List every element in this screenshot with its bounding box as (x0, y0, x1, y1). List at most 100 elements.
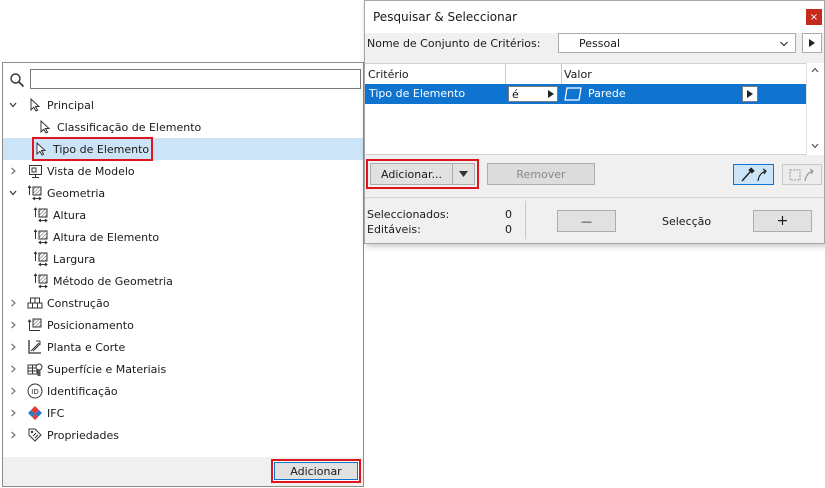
chevron-right-icon[interactable] (7, 297, 19, 309)
model-view-icon (27, 163, 43, 179)
column-divider (561, 64, 562, 84)
tree-item-width[interactable]: Largura (33, 248, 353, 270)
add-criterion-button[interactable]: Adicionar... (370, 163, 452, 185)
chevron-right-icon[interactable] (7, 319, 19, 331)
tree-item-label: Posicionamento (47, 318, 134, 332)
tree-item-construction[interactable]: Construção (7, 292, 357, 314)
triangle-right-icon (548, 90, 554, 98)
plus-icon: + (776, 213, 789, 229)
add-to-selection-button[interactable]: + (753, 210, 812, 232)
operator-value: é (512, 88, 519, 101)
highlight-box (32, 137, 153, 161)
tree-item-label: Principal (47, 98, 94, 112)
tree-item-label: Propriedades (47, 428, 119, 442)
construction-icon (27, 295, 43, 311)
remove-criterion-label: Remover (516, 167, 566, 181)
criterion-cell: Tipo de Elemento (369, 87, 466, 100)
selection-label: Selecção (662, 215, 712, 228)
surface-materials-icon (27, 361, 43, 377)
selected-count-label: Seleccionados: (367, 208, 450, 221)
pick-up-criteria-button[interactable] (733, 164, 774, 185)
tree-item-geometry[interactable]: Geometria (7, 182, 357, 204)
tree-search-input[interactable] (30, 69, 361, 89)
tree-item-label: Superfície e Materiais (47, 362, 167, 376)
selection-box-icon (789, 168, 814, 181)
eyedropper-icon (740, 166, 767, 181)
positioning-icon (27, 317, 43, 333)
chevron-right-icon[interactable] (7, 385, 19, 397)
geometry-icon (33, 273, 49, 289)
chevron-down-icon[interactable] (7, 99, 19, 111)
arrow-cursor-icon (37, 119, 53, 135)
chevron-down-icon[interactable] (7, 187, 19, 199)
tree-item-label: Método de Geometria (53, 274, 173, 288)
tree-item-element-height[interactable]: Altura de Elemento (33, 226, 353, 248)
title-bar[interactable]: Pesquisar & Seleccionar × (365, 1, 824, 33)
column-header-criterion: Critério (368, 68, 409, 81)
criteria-set-dropdown[interactable]: Pessoal (558, 33, 796, 53)
chevron-right-icon[interactable] (7, 363, 19, 375)
column-header-value: Valor (564, 68, 592, 81)
value-cell: Parede (588, 87, 626, 100)
add-criterion-label: Adicionar... (381, 167, 442, 181)
tree-item-height[interactable]: Altura (33, 204, 353, 226)
operator-dropdown[interactable]: é (508, 86, 558, 102)
remove-criterion-button[interactable]: Remover (487, 163, 595, 185)
search-icon (10, 73, 25, 88)
inject-criteria-button[interactable] (782, 164, 822, 185)
add-criterion-dropdown[interactable] (452, 163, 475, 185)
arrow-cursor-icon (27, 97, 43, 113)
tree-item-geometry-method[interactable]: Método de Geometria (33, 270, 353, 292)
plan-section-icon (27, 339, 43, 355)
scroll-up-icon[interactable] (811, 67, 819, 73)
remove-from-selection-button[interactable]: — (557, 210, 616, 232)
tree-item-label: Identificação (47, 384, 118, 398)
criteria-set-value: Pessoal (579, 37, 620, 50)
tree-item-surface-materials[interactable]: Superfície e Materiais (7, 358, 357, 380)
ifc-icon (27, 405, 43, 421)
scroll-down-icon[interactable] (811, 143, 819, 149)
triangle-right-icon (809, 39, 815, 47)
criteria-tree-panel: Principal Classificação de Elemento Tipo… (2, 62, 364, 487)
dialog-title: Pesquisar & Seleccionar (373, 10, 518, 24)
find-select-dialog: Pesquisar & Seleccionar × Nome de Conjun… (364, 0, 825, 244)
id-icon: ID (27, 383, 43, 399)
close-button[interactable]: × (806, 9, 822, 25)
table-row[interactable]: Tipo de Elemento é Parede (365, 84, 806, 104)
geometry-icon (33, 229, 49, 245)
tree-item-label: Construção (47, 296, 110, 310)
tree-item-plan-section[interactable]: Planta e Corte (7, 336, 357, 358)
selected-count-value: 0 (505, 208, 512, 221)
tree-item-properties[interactable]: Propriedades (7, 424, 357, 446)
tree-item-principal[interactable]: Principal (7, 94, 357, 116)
tree-item-label: IFC (47, 406, 65, 420)
geometry-icon (33, 251, 49, 267)
value-menu-button[interactable] (742, 86, 758, 102)
tree-item-label: Altura (53, 208, 87, 222)
tree-item-identification[interactable]: ID Identificação (7, 380, 357, 402)
table-scrollbar[interactable] (806, 63, 824, 155)
tree-item-element-classification[interactable]: Classificação de Elemento (37, 116, 357, 138)
svg-text:ID: ID (31, 388, 38, 396)
divider (525, 201, 526, 239)
chevron-right-icon[interactable] (7, 407, 19, 419)
tree-item-ifc[interactable]: IFC (7, 402, 357, 424)
tree-add-button-label: Adicionar (290, 464, 342, 478)
tree-item-label: Planta e Corte (47, 340, 126, 354)
tree-item-model-view[interactable]: Vista de Modelo (7, 160, 357, 182)
editable-count-value: 0 (505, 223, 512, 236)
chevron-right-icon[interactable] (7, 429, 19, 441)
triangle-down-icon (459, 171, 468, 177)
chevron-right-icon[interactable] (7, 341, 19, 353)
criteria-set-menu-button[interactable] (802, 33, 822, 53)
tag-icon (27, 427, 43, 443)
tree-add-button[interactable]: Adicionar (271, 459, 361, 483)
close-icon: × (809, 11, 819, 23)
editable-count-label: Editáveis: (367, 223, 421, 236)
geometry-icon (33, 207, 49, 223)
tree-item-label: Classificação de Elemento (57, 120, 202, 134)
geometry-icon (27, 185, 43, 201)
tree-item-label: Altura de Elemento (53, 230, 160, 244)
tree-item-positioning[interactable]: Posicionamento (7, 314, 357, 336)
chevron-right-icon[interactable] (7, 165, 19, 177)
